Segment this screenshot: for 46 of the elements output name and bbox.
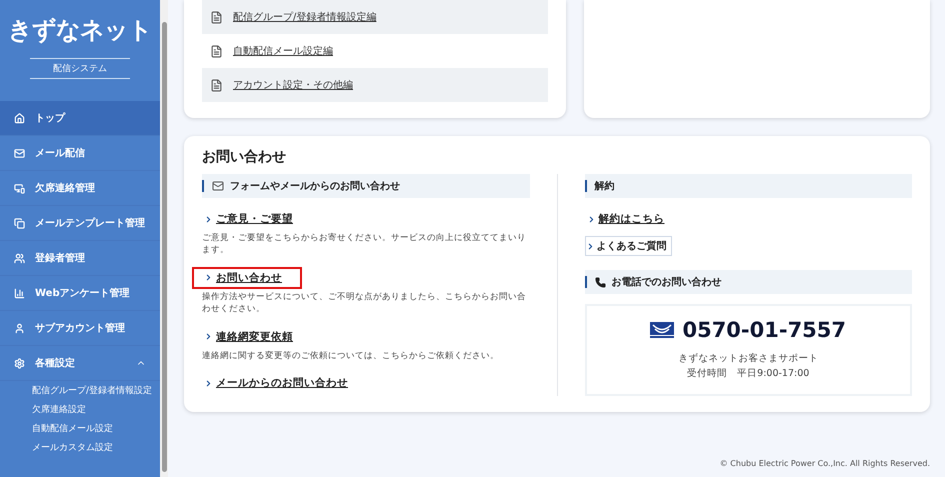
phone-icon	[594, 276, 606, 288]
sidebar-subitem[interactable]: 欠席連絡設定	[0, 400, 160, 419]
heading-text: 解約	[594, 180, 614, 193]
copy-icon	[14, 218, 25, 228]
cancel-link[interactable]: 解約はこちら	[574, 208, 684, 230]
chevron-right-icon	[204, 378, 213, 388]
manual-link[interactable]: 自動配信メール設定編	[233, 44, 333, 58]
sidebar-item[interactable]: トップ	[0, 101, 160, 136]
envelope-icon	[212, 180, 224, 192]
heading-text: フォームやメールからのお問い合わせ	[230, 180, 400, 193]
navi-dial-logo-icon	[650, 322, 674, 338]
support-name: きずなネットお客さまサポート	[678, 352, 818, 365]
copyright: © Chubu Electric Power Co.,Inc. All Rights Reserved.	[718, 459, 930, 470]
faq-button[interactable]: よくあるご質問	[584, 236, 672, 256]
link-description: 操作方法やサービスについて、ご不明な点がありましたら、こちらからお問い合わせください。	[202, 292, 527, 316]
sidebar-subitem[interactable]: メールカスタム設定	[0, 438, 160, 457]
link-description: ご意見・ご要望をこちらからお寄せください。サービスの向上に役立ててまいります。	[202, 233, 527, 257]
settings-icon	[14, 358, 25, 368]
home-icon	[14, 112, 25, 124]
contact-link[interactable]: お問い合わせ	[192, 266, 302, 289]
user-icon	[14, 322, 25, 334]
sidebar-subitem[interactable]: 自動配信メール設定	[0, 419, 160, 438]
envelope-icon	[14, 148, 25, 158]
phone-number: 0570-01-7557	[682, 318, 846, 342]
system-subtitle: 配信システム	[30, 58, 130, 79]
link-description: 連絡網に関する変更等のご依頼については、こちらからご依頼ください。	[202, 350, 500, 362]
chevron-right-icon	[204, 332, 213, 342]
chevron-right-icon	[204, 214, 213, 224]
chevron-right-icon	[204, 273, 213, 282]
contact-link[interactable]: ご意見・ご要望	[192, 208, 313, 230]
manual-link[interactable]: アカウント設定・その他編	[233, 78, 353, 92]
monitor-icon	[14, 182, 25, 194]
scrollbar[interactable]	[160, 0, 168, 477]
document-icon	[210, 10, 223, 24]
bar-chart-icon	[14, 288, 25, 298]
sidebar-subitem[interactable]: 配信グループ/登録者情報設定	[0, 381, 160, 400]
document-icon	[210, 78, 223, 92]
section-title: お問い合わせ	[202, 148, 287, 166]
logo: きずなネット	[7, 15, 153, 46]
document-icon	[210, 44, 223, 58]
support-hours: 受付時間 平日9:00-17:00	[687, 367, 810, 380]
contact-link[interactable]: メールからのお問い合わせ	[192, 372, 368, 394]
heading-text: お電話でのお問い合わせ	[612, 276, 722, 289]
users-icon	[14, 252, 25, 264]
contact-link[interactable]: 連絡網変更依頼	[192, 326, 313, 348]
manual-link[interactable]: 配信グループ/登録者情報設定編	[233, 10, 376, 24]
